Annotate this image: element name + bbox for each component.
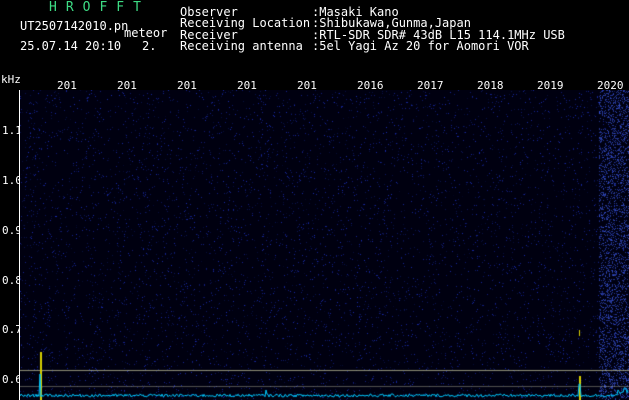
filename-label: UT2507142010.pn (20, 19, 129, 33)
y-axis-unit: kHz (1, 73, 21, 86)
spectrogram (20, 90, 629, 400)
app-brand: HROFFT (49, 0, 150, 15)
antenna-label: Receiving antenna (180, 39, 303, 53)
y-axis-line (19, 90, 20, 400)
antenna-value: :5el Yagi Az 20 for Aomori VOR (312, 39, 529, 53)
datetime-label: 25.07.14 20:10 (20, 39, 122, 53)
meteor-tag: meteor (124, 26, 168, 40)
count-label: 2. (142, 39, 157, 53)
